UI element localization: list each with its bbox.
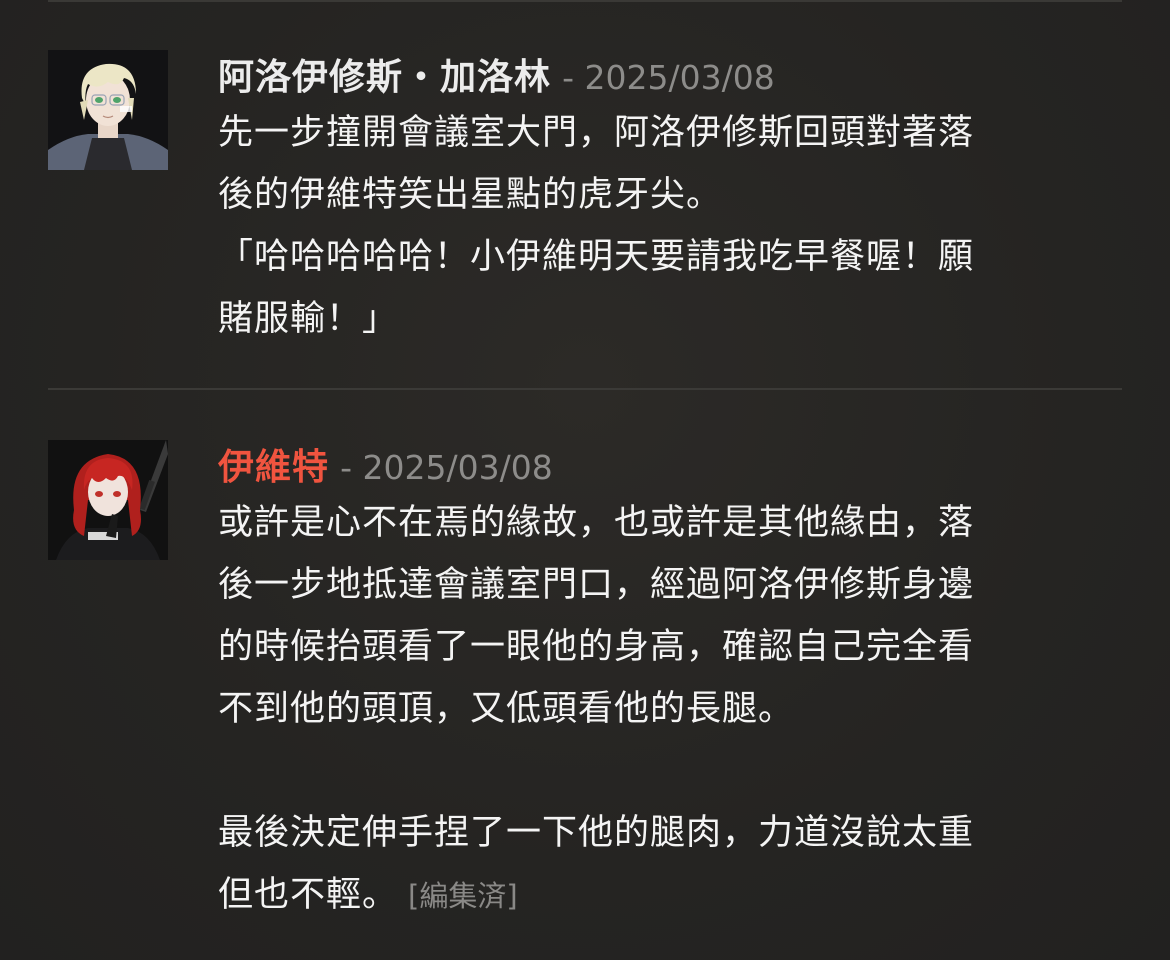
post-text: 或許是心不在焉的緣故，也或許是其他緣由，落 後一步地抵達會議室門口，經過阿洛伊修… <box>218 492 1122 927</box>
blond-character-avatar-icon <box>48 50 168 170</box>
avatar[interactable] <box>48 440 168 560</box>
post-text: 先一步撞開會議室大門，阿洛伊修斯回頭對著落 後的伊維特笑出星點的虎牙尖。 「哈哈… <box>218 113 975 339</box>
post-text-content: 或許是心不在焉的緣故，也或許是其他緣由，落 後一步地抵達會議室門口，經過阿洛伊修… <box>218 503 975 915</box>
post-date: - 2025/03/08 <box>562 58 775 97</box>
top-divider <box>48 0 1122 2</box>
post-header: 阿洛伊修斯・加洛林 - 2025/03/08 <box>218 50 1122 106</box>
avatar[interactable] <box>48 50 168 170</box>
author-name[interactable]: 伊維特 <box>218 447 329 488</box>
post-date: - 2025/03/08 <box>340 448 553 487</box>
redhair-character-avatar-icon <box>48 440 168 560</box>
post-header: 伊維特 - 2025/03/08 <box>218 440 1122 496</box>
edited-label: [編集済] <box>408 879 518 913</box>
post-divider <box>48 388 1122 390</box>
author-name[interactable]: 阿洛伊修斯・加洛林 <box>218 57 551 98</box>
